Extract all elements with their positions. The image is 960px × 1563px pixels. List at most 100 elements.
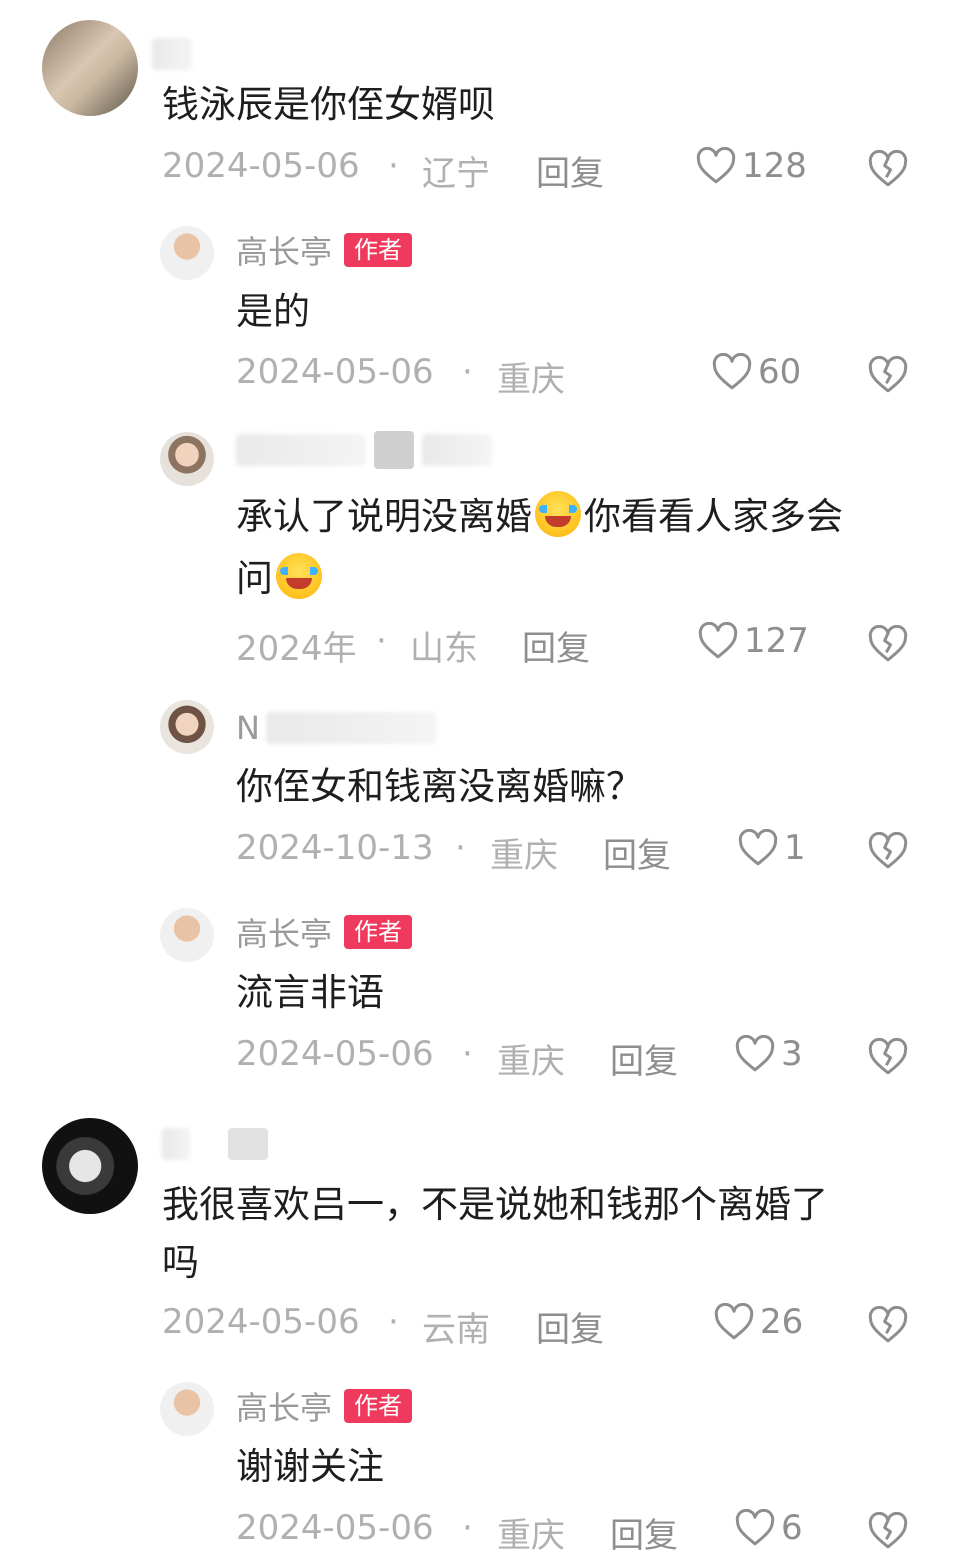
reply-button[interactable]: 回复 <box>536 146 604 195</box>
separator-dot: · <box>388 146 399 186</box>
comment-location: 重庆 <box>497 360 565 400</box>
like-count: 128 <box>742 146 807 186</box>
like-count: 6 <box>781 1508 803 1548</box>
comment-location: 重庆 <box>497 1042 565 1082</box>
reply-button[interactable]: 回复 <box>610 1508 678 1557</box>
username-visible: N <box>236 709 260 747</box>
heart-outline-icon <box>738 829 778 866</box>
author-badge: 作者 <box>344 233 413 267</box>
heart-outline-icon <box>696 147 736 184</box>
broken-heart-icon <box>868 1305 908 1343</box>
username[interactable] <box>236 430 500 470</box>
comment-location: 重庆 <box>490 836 558 876</box>
comment-location: 重庆 <box>497 1516 565 1556</box>
avatar[interactable] <box>160 1382 214 1436</box>
like-button[interactable]: 6 <box>735 1508 803 1548</box>
username[interactable]: 高长亭 <box>236 227 332 273</box>
separator-dot: · <box>388 1302 399 1342</box>
comment-text: 我很喜欢吕一，不是说她和钱那个离婚了 <box>162 1183 828 1226</box>
heart-outline-icon <box>712 353 752 390</box>
dislike-button[interactable] <box>868 355 908 403</box>
reply-button[interactable]: 回复 <box>610 1034 678 1083</box>
like-count: 127 <box>744 621 809 661</box>
dislike-button[interactable] <box>868 831 908 879</box>
comment-date: 2024-05-06 <box>162 1302 360 1342</box>
comment-text-line2: 问 <box>236 550 325 608</box>
separator-dot: · <box>462 1034 473 1074</box>
separator-dot: · <box>462 352 473 392</box>
like-button[interactable]: 60 <box>712 352 801 392</box>
comment-text-line2: 吗 <box>162 1241 199 1284</box>
avatar[interactable] <box>160 226 214 280</box>
comment-date: 2024-05-06 <box>236 1508 434 1548</box>
like-button[interactable]: 127 <box>698 621 809 661</box>
comment-date: 2024-05-06 <box>236 1034 434 1074</box>
laughing-crying-emoji-icon <box>535 491 581 537</box>
comment-location: 辽宁 <box>422 154 490 194</box>
username[interactable] <box>162 1124 276 1164</box>
broken-heart-icon <box>868 624 908 662</box>
broken-heart-icon <box>868 831 908 869</box>
comment-date: 2024-05-06 <box>236 352 434 392</box>
author-badge: 作者 <box>344 915 413 949</box>
like-button[interactable]: 1 <box>738 828 806 868</box>
reply-button[interactable]: 回复 <box>603 828 671 877</box>
username[interactable]: 高长亭 <box>236 1383 332 1429</box>
dislike-button[interactable] <box>868 149 908 197</box>
broken-heart-icon <box>868 1511 908 1549</box>
username[interactable] <box>152 34 200 74</box>
separator-dot: · <box>376 621 387 661</box>
reply-button[interactable]: 回复 <box>536 1302 604 1351</box>
broken-heart-icon <box>868 355 908 393</box>
like-button[interactable]: 26 <box>714 1302 803 1342</box>
author-badge: 作者 <box>344 1389 413 1423</box>
laughing-crying-emoji-icon <box>276 553 322 599</box>
comment-location: 云南 <box>422 1310 490 1350</box>
comment-text: 是的 <box>236 290 310 333</box>
like-count: 26 <box>760 1302 804 1342</box>
comment-text-part: 你看看人家多会 <box>584 495 843 538</box>
like-count: 1 <box>784 828 806 868</box>
username-blurred <box>236 434 366 466</box>
comment-text: 流言非语 <box>236 971 384 1014</box>
broken-heart-icon <box>868 1037 908 1075</box>
comment-text-part: 承认了说明没离婚 <box>236 495 532 538</box>
username-blurred <box>162 1128 190 1160</box>
comment-text: 承认了说明没离婚 你看看人家多会 <box>236 488 843 546</box>
dislike-button[interactable] <box>868 1511 908 1559</box>
avatar[interactable] <box>42 20 138 116</box>
separator-dot: · <box>455 828 466 868</box>
username-blurred <box>374 431 414 469</box>
dislike-button[interactable] <box>868 624 908 672</box>
comment-date: 2024-10-13 <box>236 828 434 868</box>
reply-button[interactable]: 回复 <box>522 621 590 670</box>
like-button[interactable]: 3 <box>735 1034 803 1074</box>
comment-location: 山东 <box>410 629 478 669</box>
broken-heart-icon <box>868 149 908 187</box>
comment-date: 2024-05-06 <box>162 146 360 186</box>
avatar[interactable] <box>160 432 214 486</box>
dislike-button[interactable] <box>868 1037 908 1085</box>
separator-dot: · <box>462 1508 473 1548</box>
like-count: 3 <box>781 1034 803 1074</box>
username-blurred <box>422 434 492 466</box>
dislike-button[interactable] <box>868 1305 908 1353</box>
username-blurred <box>265 712 436 744</box>
comment-text: 钱泳辰是你侄女婿呗 <box>162 83 495 126</box>
like-button[interactable]: 128 <box>696 146 807 186</box>
avatar[interactable] <box>160 700 214 754</box>
heart-outline-icon <box>714 1303 754 1340</box>
comment-text-part: 问 <box>236 557 273 600</box>
avatar[interactable] <box>42 1118 138 1214</box>
username[interactable]: N <box>236 708 444 748</box>
like-count: 60 <box>758 352 802 392</box>
username-blurred <box>228 1128 268 1160</box>
avatar[interactable] <box>160 908 214 962</box>
heart-outline-icon <box>735 1509 775 1546</box>
username[interactable]: 高长亭 <box>236 909 332 955</box>
username-blurred <box>152 38 192 70</box>
heart-outline-icon <box>698 622 738 659</box>
comment-date: 2024年 <box>236 629 357 669</box>
comment-text: 你侄女和钱离没离婚嘛？ <box>236 765 643 808</box>
comment-text: 谢谢关注 <box>236 1445 384 1488</box>
